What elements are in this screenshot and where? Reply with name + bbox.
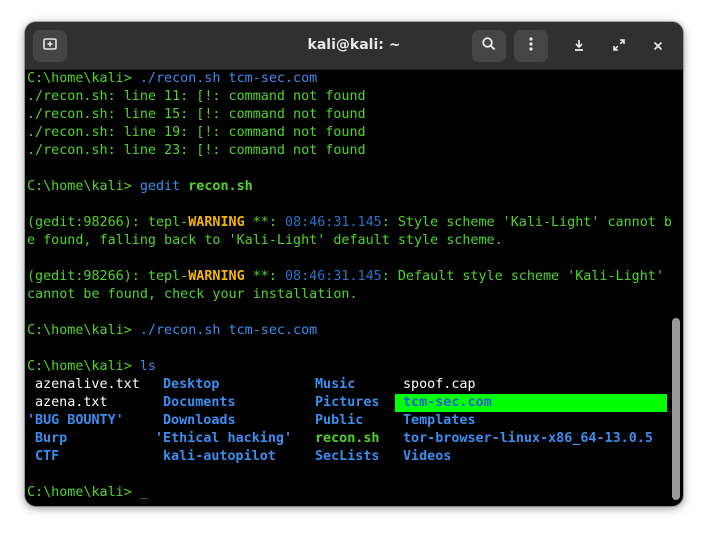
new-tab-icon (42, 36, 58, 56)
terminal-line: C:\home\kali> ls (27, 359, 156, 374)
minimize-icon (572, 37, 586, 56)
terminal-line: ./recon.sh: line 19: [!: command not fou… (27, 125, 366, 140)
terminal-line: ./recon.sh: line 23: [!: command not fou… (27, 143, 366, 158)
title-bar[interactable]: kali@kali: ~ (25, 22, 683, 70)
ls-directory: Music (315, 377, 356, 392)
ls-directory: Pictures (315, 395, 380, 410)
new-tab-button[interactable] (33, 30, 67, 62)
ls-directory: 'Ethical hacking' (155, 431, 293, 446)
terminal-line: ./recon.sh: line 11: [!: command not fou… (27, 89, 366, 104)
ls-directory-highlighted: tcm-sec.com (395, 394, 667, 412)
terminal-prompt-line[interactable]: C:\home\kali> _ (27, 484, 148, 502)
maximize-icon (612, 37, 626, 56)
ls-directory: CTF (35, 449, 60, 464)
close-icon (652, 37, 664, 56)
ls-file: azenalive.txt (35, 377, 140, 392)
ls-directory: Burp (35, 431, 68, 446)
warning-line: (gedit:98266): tepl-WARNING **: 08:46:31… (27, 215, 672, 230)
ls-directory: Templates (403, 413, 476, 428)
ls-directory: tor-browser-linux-x86_64-13.0.5 (403, 431, 653, 446)
ls-directory: Downloads (163, 413, 236, 428)
terminal-line: C:\home\kali> ./recon.sh tcm-sec.com (27, 323, 318, 338)
search-button[interactable] (472, 30, 506, 62)
ls-directory: Public (315, 413, 364, 428)
warning-line: cannot be found, check your installation… (27, 287, 358, 302)
search-icon (481, 36, 497, 56)
ls-directory: 'BUG BOUNTY' (27, 413, 124, 428)
scrollbar-thumb[interactable] (672, 318, 680, 500)
ls-directory: Desktop (163, 377, 220, 392)
terminal-line: C:\home\kali> ./recon.sh tcm-sec.com (27, 71, 318, 86)
menu-button[interactable] (514, 30, 548, 62)
warning-line: (gedit:98266): tepl-WARNING **: 08:46:31… (27, 269, 664, 284)
kebab-menu-icon (523, 36, 539, 56)
ls-directory: kali-autopilot (163, 449, 276, 464)
terminal-line: C:\home\kali> gedit recon.sh (27, 179, 253, 194)
ls-file: spoof.cap (403, 377, 476, 392)
maximize-button[interactable] (604, 30, 634, 62)
ls-directory: Documents (163, 395, 236, 410)
ls-directory: SecLists (315, 449, 380, 464)
close-button[interactable] (643, 30, 673, 62)
terminal-line: ./recon.sh: line 15: [!: command not fou… (27, 107, 366, 122)
terminal-output[interactable]: C:\home\kali> ./recon.sh tcm-sec.com ./r… (25, 70, 672, 506)
minimize-button[interactable] (564, 30, 594, 62)
scrollbar[interactable] (669, 70, 683, 506)
ls-directory: Videos (403, 449, 452, 464)
warning-line: e found, falling back to 'Kali-Light' de… (27, 233, 503, 248)
terminal-window: kali@kali: ~ C:\home\kali> ./recon.sh tc… (25, 22, 683, 506)
ls-executable: recon.sh (315, 431, 380, 446)
ls-file: azena.txt (35, 395, 108, 410)
text-cursor: _ (139, 485, 148, 500)
